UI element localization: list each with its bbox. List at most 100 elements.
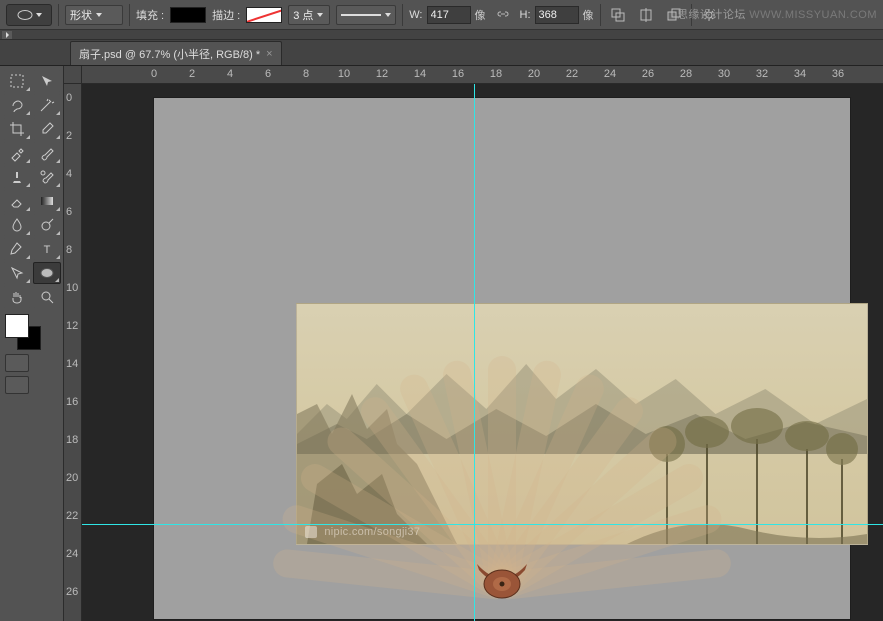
type-tool[interactable]: T (33, 238, 61, 260)
divider (58, 4, 59, 26)
quickmask-screenmode-row (5, 354, 58, 372)
marquee-tool[interactable] (3, 70, 31, 92)
gradient-tool[interactable] (33, 190, 61, 212)
caret-down-icon (385, 13, 391, 17)
ruler-tick: 16 (452, 68, 464, 80)
ruler-tick: 18 (490, 68, 502, 80)
path-select-tool[interactable] (3, 262, 31, 284)
vertical-guide[interactable] (474, 84, 475, 621)
tool-preset-well[interactable] (6, 4, 52, 26)
ruler-tick: 0 (66, 92, 72, 104)
site-watermark: 思缘设计论坛 WWW.MISSYUAN.COM (677, 6, 877, 22)
watermark-site: nipic.com/ (324, 526, 377, 538)
ruler-tick: 8 (66, 244, 72, 256)
expand-handle[interactable] (2, 31, 12, 39)
ruler-tick: 0 (151, 68, 157, 80)
ruler-tick: 12 (376, 68, 388, 80)
ruler-tick: 2 (189, 68, 195, 80)
dodge-tool[interactable] (33, 214, 61, 236)
stroke-width-value: 3 点 (293, 7, 313, 23)
image-watermark: nipic.com/songji37 (305, 526, 420, 538)
zoom-tool[interactable] (33, 286, 61, 308)
crop-tool[interactable] (3, 118, 31, 140)
quick-mask-button[interactable] (5, 354, 29, 372)
divider (600, 4, 601, 26)
ruler-tick: 22 (66, 510, 78, 522)
caret-down-icon (96, 13, 102, 17)
main-area: T 024681012141618202224262830323436 0246… (0, 66, 883, 621)
stroke-swatch[interactable] (246, 7, 282, 23)
ruler-tick: 20 (66, 472, 78, 484)
fill-label: 填充 : (136, 7, 164, 23)
align-button[interactable] (635, 4, 657, 26)
foreground-background-swatch[interactable] (5, 314, 41, 350)
ruler-tick: 12 (66, 320, 78, 332)
horizontal-guide[interactable] (82, 524, 883, 525)
canvas[interactable]: nipic.com/songji37 (154, 98, 850, 619)
width-input[interactable] (427, 6, 471, 24)
pen-tool[interactable] (3, 238, 31, 260)
ruler-tick: 28 (680, 68, 692, 80)
fill-swatch[interactable] (170, 7, 206, 23)
ruler-tick: 14 (414, 68, 426, 80)
magic-wand-tool[interactable] (33, 94, 61, 116)
ruler-origin[interactable] (64, 66, 82, 84)
fan-pivot (475, 562, 529, 608)
ruler-tick: 26 (642, 68, 654, 80)
ruler-tick: 32 (756, 68, 768, 80)
ruler-tick: 4 (66, 168, 72, 180)
ruler-tick: 30 (718, 68, 730, 80)
w-label: W: (409, 9, 422, 21)
link-wh-icon[interactable] (492, 4, 514, 26)
eyedropper-tool[interactable] (33, 118, 61, 140)
blur-tool[interactable] (3, 214, 31, 236)
healing-brush-tool[interactable] (3, 142, 31, 164)
stroke-style-dropdown[interactable] (336, 5, 396, 25)
caret-down-icon (317, 13, 323, 17)
watermark-user: songji37 (377, 526, 420, 538)
brush-tool[interactable] (33, 142, 61, 164)
svg-text:T: T (44, 244, 51, 256)
close-icon[interactable]: × (266, 48, 272, 60)
path-ops-button[interactable] (607, 4, 629, 26)
ruler-tick: 10 (66, 282, 78, 294)
ruler-tick: 10 (338, 68, 350, 80)
stroke-label: 描边 : (212, 7, 240, 23)
eraser-tool[interactable] (3, 190, 31, 212)
divider (402, 4, 403, 26)
shape-mode-label: 形状 (70, 7, 92, 23)
ellipse-shape-tool[interactable] (33, 262, 61, 284)
document-tab[interactable]: 扇子.psd @ 67.7% (小半径, RGB/8) * × (70, 41, 282, 65)
hand-tool[interactable] (3, 286, 31, 308)
divider (129, 4, 130, 26)
shape-mode-dropdown[interactable]: 形状 (65, 5, 123, 25)
height-section: H: 像 (520, 6, 594, 24)
stroke-width-dropdown[interactable]: 3 点 (288, 5, 330, 25)
canvas-viewport[interactable]: nipic.com/songji37 (82, 84, 883, 621)
ellipse-icon (16, 9, 34, 21)
caret-down-icon (36, 13, 42, 17)
vertical-ruler[interactable]: 02468101214161820222426 (64, 84, 82, 621)
ruler-tick: 6 (265, 68, 271, 80)
document-tab-title: 扇子.psd @ 67.7% (小半径, RGB/8) * (79, 46, 260, 62)
ruler-tick: 36 (832, 68, 844, 80)
fan-blade (272, 548, 504, 600)
foreground-color-swatch[interactable] (5, 314, 29, 338)
h-unit: 像 (583, 7, 594, 23)
move-tool[interactable] (33, 70, 61, 92)
stroke-style-line-icon (341, 14, 381, 16)
document-area: 024681012141618202224262830323436 024681… (64, 66, 883, 621)
site-watermark-en: WWW.MISSYUAN.COM (749, 9, 877, 21)
ruler-tick: 34 (794, 68, 806, 80)
stamp-tool[interactable] (3, 166, 31, 188)
ruler-tick: 4 (227, 68, 233, 80)
screen-mode-button[interactable] (5, 376, 29, 394)
width-section: W: 像 (409, 6, 485, 24)
ruler-tick: 26 (66, 586, 78, 598)
landscape-painting-image: nipic.com/songji37 (296, 303, 868, 545)
height-input[interactable] (535, 6, 579, 24)
horizontal-ruler[interactable]: 024681012141618202224262830323436 (82, 66, 883, 84)
h-label: H: (520, 9, 531, 21)
history-brush-tool[interactable] (33, 166, 61, 188)
lasso-tool[interactable] (3, 94, 31, 116)
